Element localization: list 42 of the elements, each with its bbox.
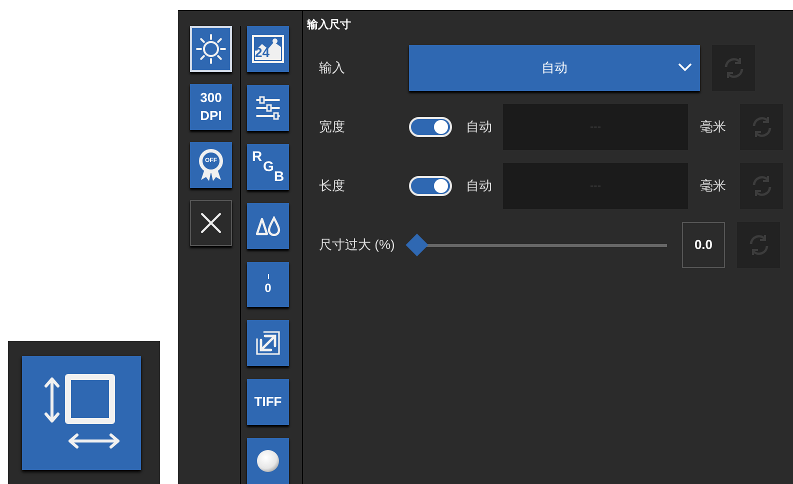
refresh-icon	[748, 234, 770, 256]
refresh-icon	[750, 116, 772, 138]
field-label: 宽度	[318, 118, 346, 136]
value-display: 0.0	[682, 222, 725, 268]
sliders-icon	[255, 96, 281, 120]
zero-label: 0	[264, 282, 272, 295]
resize-tool-button[interactable]	[247, 320, 289, 366]
chevron-down-icon	[678, 62, 692, 72]
resize-arrow-icon	[255, 330, 281, 356]
field-label: 输入	[318, 59, 346, 78]
ball-tool-button[interactable]	[247, 438, 289, 484]
sun-icon	[196, 34, 226, 64]
unit-label: 毫米	[700, 177, 727, 196]
tiff-label: TIFF	[254, 393, 282, 412]
picture-icon: 24	[252, 34, 284, 63]
field-label: 长度	[318, 177, 346, 196]
picture-tool-button[interactable]: 24	[247, 26, 289, 72]
zero-tool-button[interactable]: 0	[247, 262, 289, 308]
field-label: 尺寸过大 (%)	[318, 236, 396, 254]
slider-track[interactable]	[407, 235, 667, 255]
size-input-field[interactable]: ---	[503, 104, 688, 150]
drops-tool-button[interactable]	[247, 202, 289, 248]
sliders-tool-button[interactable]	[247, 84, 289, 131]
size-tool-button[interactable]	[22, 356, 141, 470]
toggle-switch[interactable]	[409, 176, 452, 196]
brightness-tool-button[interactable]	[190, 26, 232, 72]
toggle-switch[interactable]	[409, 117, 452, 137]
size-input-field[interactable]: ---	[503, 163, 688, 209]
section-title: 输入尺寸	[306, 18, 352, 33]
toggle-label: 自动	[466, 177, 493, 196]
toggle-label: 自动	[466, 118, 493, 136]
dropdown[interactable]: 自动	[409, 45, 700, 91]
dpi-tool-button[interactable]: 300 DPI	[190, 84, 232, 130]
refresh-icon	[722, 57, 744, 79]
refresh-icon	[750, 175, 772, 197]
close-icon	[200, 212, 222, 234]
text-tool-button[interactable]: TIFF	[247, 379, 289, 426]
close-tool-button[interactable]	[190, 200, 232, 246]
unit-label: 毫米	[700, 118, 727, 136]
drops-icon	[254, 216, 282, 236]
sphere-icon	[256, 449, 280, 474]
dpi-label: 300 DPI	[200, 89, 222, 125]
